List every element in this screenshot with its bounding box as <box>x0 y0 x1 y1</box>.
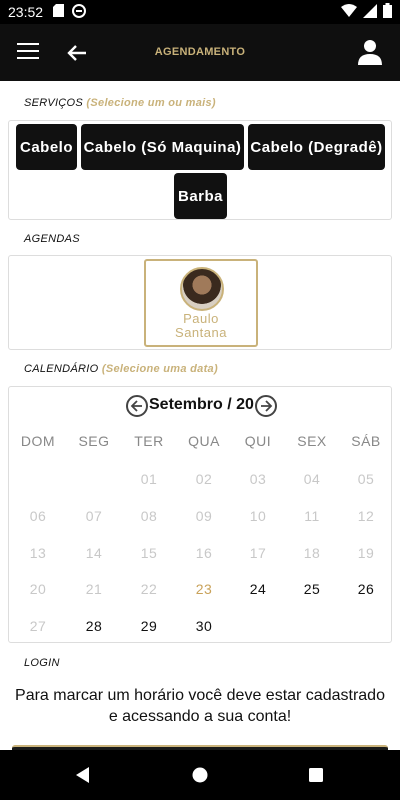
calendar-day: 02 <box>195 471 213 487</box>
service-button-cabelo-degrade[interactable]: Cabelo (Degradê) <box>248 124 385 170</box>
calendar-day: 27 <box>29 618 47 634</box>
calendar-day: 01 <box>140 471 158 487</box>
login-label: LOGIN <box>24 657 60 669</box>
previous-month-icon[interactable] <box>126 395 148 417</box>
weekday-header: QUI <box>244 433 272 449</box>
agendas-label: AGENDAS <box>24 233 80 245</box>
battery-icon <box>383 3 392 21</box>
user-account-icon[interactable] <box>356 38 384 66</box>
calendar-day[interactable]: 24 <box>231 581 285 597</box>
calendar-day[interactable]: 30 <box>177 618 231 634</box>
calendar-day: 19 <box>357 545 375 561</box>
nav-recents-icon[interactable] <box>308 767 324 783</box>
calendar-day: 17 <box>249 545 267 561</box>
login-message: Para marcar um horário você deve estar c… <box>15 687 385 725</box>
calendar-day: 04 <box>303 471 321 487</box>
calendar-label: CALENDÁRIO (Selecione uma data) <box>24 363 218 375</box>
month-label: Setembro / 20 <box>149 396 254 413</box>
status-time: 23:52 <box>8 4 44 20</box>
calendar-day: 15 <box>140 545 158 561</box>
calendar-day: 05 <box>357 471 375 487</box>
app-bar: AGENDAMENTO <box>0 24 400 81</box>
calendar-day: 21 <box>85 581 103 597</box>
calendar-day: 12 <box>357 508 375 524</box>
professional-name: Paulo Santana <box>146 312 256 340</box>
calendar-day: 10 <box>249 508 267 524</box>
calendar-day: 11 <box>304 508 320 524</box>
calendar-day: 20 <box>29 581 47 597</box>
month-navigation: Setembro / 20 <box>9 395 393 417</box>
calendar-day: 03 <box>249 471 267 487</box>
service-button-cabelo[interactable]: Cabelo <box>16 124 77 170</box>
services-hint: (Selecione um ou mais) <box>86 97 216 109</box>
status-bar: 23:52 <box>0 0 400 24</box>
service-button-barba[interactable]: Barba <box>174 173 227 219</box>
page-title: AGENDAMENTO <box>154 46 246 58</box>
calendar-day: 22 <box>140 581 158 597</box>
calendar-day: 07 <box>85 508 103 524</box>
sd-card-icon <box>53 4 65 20</box>
calendar-hint: (Selecione uma data) <box>101 363 218 375</box>
weekday-header: DOM <box>20 433 56 449</box>
calendar-day[interactable]: 28 <box>67 618 121 634</box>
calendar-day: 06 <box>29 508 47 524</box>
sync-icon <box>72 3 87 21</box>
weekday-header: SEG <box>78 433 110 449</box>
calendar-day: 23 <box>195 581 213 597</box>
agendas-card: Paulo Santana <box>8 255 392 350</box>
main-content: SERVIÇOS (Selecione um ou mais) Cabelo C… <box>0 81 400 750</box>
nav-home-icon[interactable] <box>192 767 208 783</box>
professional-last-name: Santana <box>175 325 227 340</box>
weekday-header: SÁB <box>351 433 381 449</box>
nav-back-icon[interactable] <box>75 767 91 783</box>
professional-first-name: Paulo <box>183 311 219 326</box>
calendar-day: 18 <box>303 545 321 561</box>
calendar-day: 09 <box>195 508 213 524</box>
calendar-day: 14 <box>85 545 103 561</box>
calendar-day: 08 <box>140 508 158 524</box>
services-label: SERVIÇOS (Selecione um ou mais) <box>24 97 216 109</box>
calendar-day: 13 <box>29 545 47 561</box>
calendar-day[interactable]: 29 <box>122 618 176 634</box>
weekday-header: SEX <box>297 433 327 449</box>
weekday-header: TER <box>134 433 164 449</box>
service-button-cabelo-maquina[interactable]: Cabelo (Só Maquina) <box>81 124 244 170</box>
professional-card[interactable]: Paulo Santana <box>144 259 258 347</box>
wifi-icon <box>341 4 357 20</box>
calendar-day[interactable]: 26 <box>339 581 393 597</box>
weekday-header: QUA <box>188 433 220 449</box>
avatar <box>180 267 224 311</box>
next-month-icon[interactable] <box>255 395 277 417</box>
services-card: Cabelo Cabelo (Só Maquina) Cabelo (Degra… <box>8 120 392 220</box>
calendar-title: CALENDÁRIO <box>24 363 99 375</box>
services-title: SERVIÇOS <box>24 97 84 109</box>
calendar-day[interactable]: 25 <box>285 581 339 597</box>
calendar-day: 16 <box>195 545 213 561</box>
navigation-bar <box>0 750 400 800</box>
signal-icon <box>363 3 377 21</box>
calendar-card: Setembro / 20 DOM SEG TER QUA QUI SEX SÁB 01 02 0… <box>8 386 392 643</box>
